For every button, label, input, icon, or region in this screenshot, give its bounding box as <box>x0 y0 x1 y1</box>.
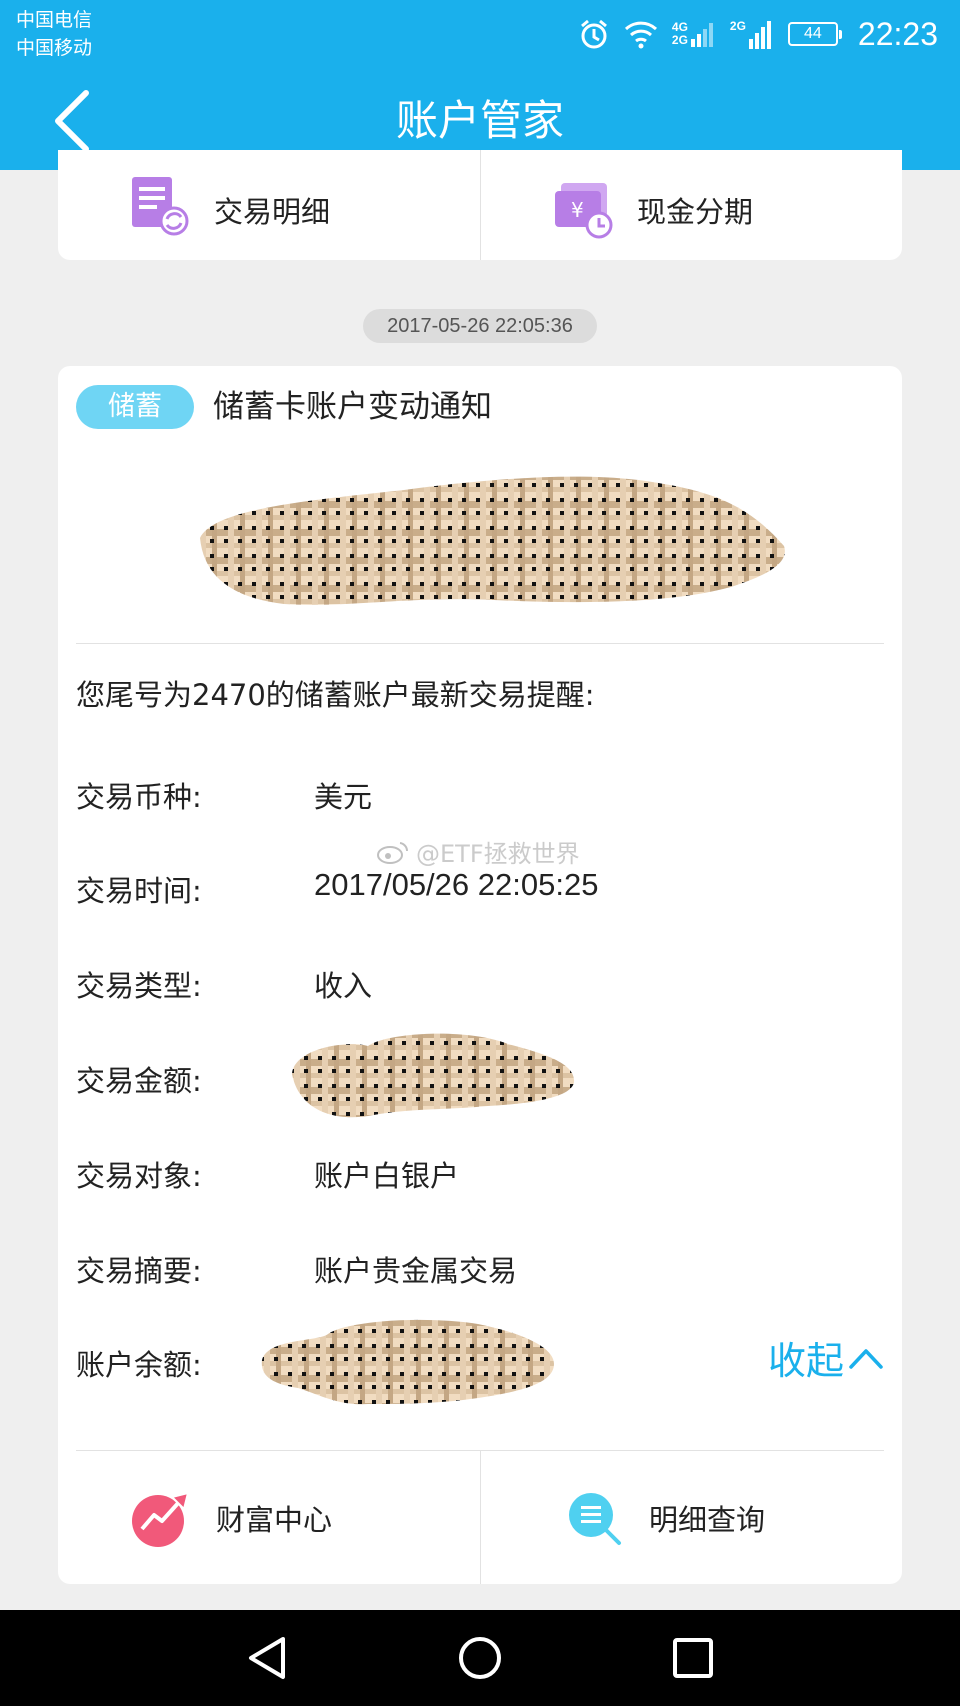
bottom-actions: 财富中心 明细查询 <box>58 1451 902 1584</box>
wifi-icon <box>624 19 658 49</box>
redacted-amount-large <box>200 476 785 605</box>
signal-1-icon: 4G 2G <box>672 21 716 47</box>
nav-home-button[interactable] <box>455 1633 505 1683</box>
notice-title: 储蓄卡账户变动通知 <box>213 389 492 425</box>
detail-query-label: 明细查询 <box>649 1502 766 1537</box>
counterparty-value: 账户白银户 <box>314 1159 460 1193</box>
counterparty-label: 交易对象: <box>76 1159 202 1193</box>
battery-icon: 44 <box>787 22 842 46</box>
nav-home-icon <box>459 1637 501 1679</box>
transaction-detail-button[interactable]: 交易明细 <box>58 150 480 260</box>
type-value: 收入 <box>314 969 373 1003</box>
balance-label: 账户余额: <box>76 1348 202 1382</box>
message-timestamp: 2017-05-26 22:05:36 <box>363 309 597 343</box>
network-label-2g: 2G <box>671 33 688 47</box>
notice-intro: 您尾号为2470的储蓄账户最新交易提醒: <box>76 678 595 712</box>
wealth-center-button[interactable]: 财富中心 <box>58 1451 480 1584</box>
nav-back-icon <box>249 1637 285 1679</box>
weibo-icon <box>377 841 409 864</box>
nav-recents-icon <box>673 1638 713 1678</box>
time-value: 2017/05/26 22:05:25 <box>314 867 599 902</box>
top-action-card: 交易明细 ¥ 现金分期 <box>58 150 902 260</box>
nav-back-button[interactable] <box>242 1633 292 1683</box>
network-label-2: 2G <box>729 19 746 33</box>
carrier-1: 中国电信 <box>16 9 93 31</box>
currency-label: 交易币种: <box>76 780 202 814</box>
navigation-bar <box>0 1610 960 1706</box>
wealth-center-icon <box>130 1487 192 1549</box>
nav-recents-button[interactable] <box>668 1633 718 1683</box>
chevron-up-icon <box>849 1348 883 1369</box>
redacted-amount <box>292 1033 575 1118</box>
summary-label: 交易摘要: <box>76 1254 202 1288</box>
watermark-text: @ETF拯救世界 <box>416 840 580 868</box>
savings-tag: 储蓄 <box>76 385 194 429</box>
watermark: @ETF拯救世界 <box>376 834 580 869</box>
carrier-info: 中国电信 中国移动 <box>16 6 92 62</box>
detail-query-button[interactable]: 明细查询 <box>480 1451 902 1584</box>
collapse-label: 收起 <box>767 1339 844 1383</box>
carrier-2: 中国移动 <box>16 37 93 59</box>
status-icons: 4G 2G 2G 44 22:23 <box>578 12 938 56</box>
alarm-icon <box>578 18 610 50</box>
status-bar: 中国电信 中国移动 4G 2G 2G 44 22:23 <box>0 0 960 72</box>
network-label-4g: 4G <box>671 20 688 34</box>
header-divider <box>76 643 884 644</box>
clock: 22:23 <box>857 15 938 52</box>
signal-2-icon: 2G <box>730 19 774 49</box>
transaction-detail-label: 交易明细 <box>214 195 331 229</box>
cash-installment-label: 现金分期 <box>637 195 754 229</box>
currency-value: 美元 <box>314 780 373 814</box>
wealth-center-label: 财富中心 <box>216 1502 333 1537</box>
cash-installment-icon: ¥ <box>551 179 613 241</box>
time-label: 交易时间: <box>76 874 202 908</box>
cash-installment-button[interactable]: ¥ 现金分期 <box>480 150 902 260</box>
detail-query-icon <box>563 1487 625 1549</box>
amount-label: 交易金额: <box>76 1064 202 1098</box>
account-change-notice-card: 储蓄 储蓄卡账户变动通知 您尾号为2470的储蓄账户最新交易提醒: @ETF拯救… <box>58 366 902 1584</box>
summary-value: 账户贵金属交易 <box>314 1254 518 1288</box>
svg-text:¥: ¥ <box>571 198 584 222</box>
transaction-detail-icon <box>128 175 190 237</box>
collapse-button[interactable]: 收起 <box>768 1330 884 1385</box>
type-label: 交易类型: <box>76 969 202 1003</box>
redacted-balance <box>261 1319 554 1405</box>
